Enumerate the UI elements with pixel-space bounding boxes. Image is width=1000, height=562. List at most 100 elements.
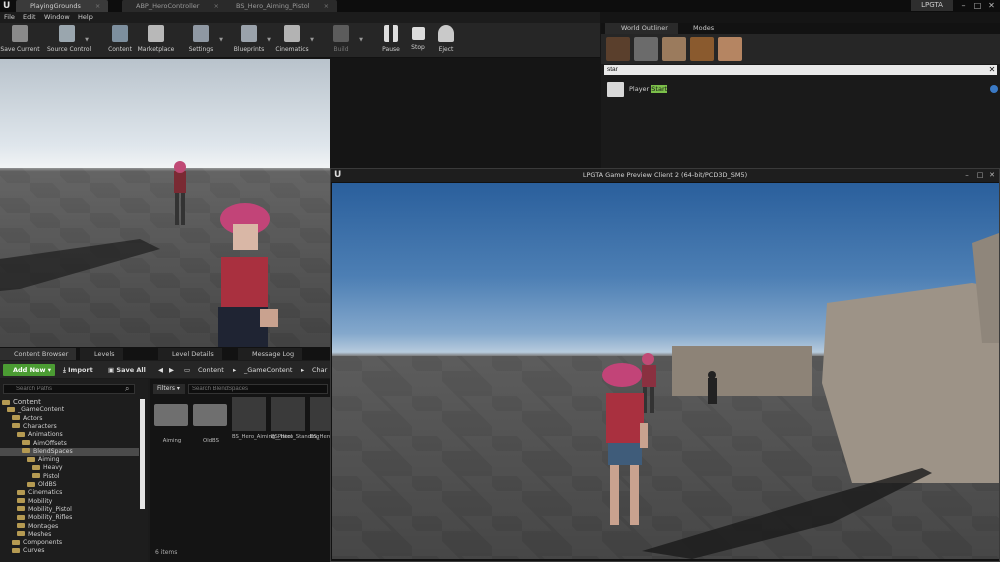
- source-control-button[interactable]: Source Control ▼: [47, 25, 91, 53]
- tree-item[interactable]: Curves: [0, 547, 139, 556]
- tree-item[interactable]: Cinematics: [0, 489, 139, 498]
- tree-item[interactable]: BlendSpaces: [0, 447, 139, 457]
- paint-mode-icon[interactable]: [634, 37, 658, 61]
- tree-item[interactable]: Aiming: [0, 456, 139, 465]
- menu-file[interactable]: File: [4, 12, 15, 23]
- build-button[interactable]: Build ▼: [321, 25, 363, 53]
- folder-icon: [193, 404, 227, 426]
- tab-modes[interactable]: Modes: [677, 23, 724, 34]
- folder-icon: [22, 448, 30, 454]
- import-button[interactable]: ⤓ Import: [63, 364, 93, 376]
- npc-character-figure: [642, 353, 656, 413]
- button-label: Import: [68, 366, 93, 374]
- geometry-mode-icon[interactable]: [718, 37, 742, 61]
- tree-item[interactable]: OldBS: [0, 481, 139, 490]
- breadcrumb-content[interactable]: Content: [198, 364, 224, 376]
- doc-tab-abp-herocontroller[interactable]: ABP_HeroController ×: [122, 0, 227, 12]
- doc-tab-bs-hero-aiming-pistol[interactable]: BS_Hero_Aiming_Pistol ×: [222, 0, 338, 12]
- blueprints-button[interactable]: Blueprints ▼: [229, 25, 271, 53]
- asset-tile[interactable]: Aiming: [154, 397, 190, 459]
- save-all-button[interactable]: ▣ Save All: [108, 364, 146, 376]
- tab-message-log[interactable]: Message Log: [238, 348, 303, 360]
- search-assets-input[interactable]: [188, 384, 328, 394]
- close-icon[interactable]: ×: [324, 2, 329, 10]
- chevron-down-icon[interactable]: ▼: [310, 37, 314, 43]
- tree-item[interactable]: Meshes: [0, 531, 139, 540]
- asset-tile[interactable]: BS_Hero_Standing: [271, 397, 319, 459]
- outliner-row-player-start[interactable]: Player Start: [607, 82, 998, 98]
- forward-arrow-icon[interactable]: ▶: [169, 364, 174, 376]
- outliner-search-input[interactable]: [604, 65, 997, 75]
- tree-item[interactable]: AimOffsets: [0, 440, 139, 449]
- preview-viewport[interactable]: [332, 183, 999, 559]
- eject-button[interactable]: Eject: [426, 25, 466, 53]
- clear-search-icon[interactable]: ✕: [987, 64, 997, 75]
- tree-item[interactable]: Components: [0, 539, 139, 548]
- asset-tile[interactable]: BS_Hero_...: [310, 397, 330, 459]
- chevron-down-icon: ▾: [47, 366, 51, 374]
- level-viewport[interactable]: [0, 59, 330, 347]
- menu-edit[interactable]: Edit: [23, 12, 36, 23]
- tree-item[interactable]: Animations: [0, 431, 139, 440]
- tab-content-browser[interactable]: Content Browser: [0, 348, 77, 360]
- asset-tile[interactable]: OldBS: [193, 397, 229, 459]
- project-name-badge: LPGTA: [911, 0, 953, 11]
- settings-icon: [193, 25, 209, 42]
- tree-item[interactable]: _GameContent: [0, 406, 139, 415]
- back-arrow-icon[interactable]: ◀: [158, 364, 163, 376]
- place-mode-icon[interactable]: [606, 37, 630, 61]
- tree-item[interactable]: Content: [0, 398, 139, 407]
- tab-world-outliner[interactable]: World Outliner: [605, 23, 678, 34]
- tree-item[interactable]: Mobility: [0, 498, 139, 507]
- tree-item[interactable]: Pistol: [0, 473, 139, 482]
- foliage-mode-icon[interactable]: [690, 37, 714, 61]
- tree-item-label: Pistol: [43, 472, 60, 480]
- tree-scrollbar[interactable]: [140, 399, 145, 509]
- save-current-button[interactable]: Save Current: [0, 25, 40, 53]
- content-button[interactable]: Content: [100, 25, 140, 53]
- marketplace-button[interactable]: Marketplace: [136, 25, 176, 53]
- asset-tile[interactable]: BS_Hero_Aiming_Pistol: [232, 397, 292, 459]
- filters-button[interactable]: Filters ▾: [153, 384, 185, 394]
- tab-levels[interactable]: Levels: [80, 348, 123, 360]
- source-control-icon: [59, 25, 75, 42]
- doc-tab-playinggrounds[interactable]: PlayingGrounds ×: [16, 0, 109, 12]
- tree-item[interactable]: Mobility_Pistol: [0, 506, 139, 515]
- player-start-icon: [607, 82, 624, 97]
- maximize-button[interactable]: □: [974, 169, 986, 182]
- pilot-actor-icon[interactable]: [990, 85, 998, 93]
- menu-help[interactable]: Help: [78, 12, 93, 23]
- chevron-down-icon[interactable]: ▼: [85, 37, 89, 43]
- landscape-mode-icon[interactable]: [662, 37, 686, 61]
- minimize-button[interactable]: –: [961, 169, 973, 182]
- settings-button[interactable]: Settings ▼: [181, 25, 223, 53]
- distant-character-figure: [174, 161, 186, 225]
- tab-level-details[interactable]: Level Details: [158, 348, 222, 360]
- tree-item[interactable]: Mobility_Rifles: [0, 514, 139, 523]
- chevron-down-icon[interactable]: ▼: [219, 37, 223, 43]
- cinematics-button[interactable]: Cinematics ▼: [272, 25, 314, 53]
- tree-item[interactable]: Heavy: [0, 464, 139, 473]
- wall-structure: [672, 233, 999, 483]
- tree-item[interactable]: Actors: [0, 415, 139, 424]
- close-window-button[interactable]: ✕: [986, 169, 998, 182]
- folder-icon: [2, 399, 10, 405]
- close-icon[interactable]: ×: [95, 2, 100, 10]
- minimize-button[interactable]: –: [957, 0, 970, 11]
- search-paths-input[interactable]: [3, 384, 135, 394]
- close-icon[interactable]: ×: [213, 2, 218, 10]
- chevron-down-icon[interactable]: ▼: [359, 37, 363, 43]
- maximize-button[interactable]: □: [971, 0, 984, 11]
- bottom-tab-strip: Content Browser Levels Level Details Mes…: [0, 347, 330, 360]
- tree-item[interactable]: Characters: [0, 423, 139, 432]
- breadcrumb-characters[interactable]: Char: [312, 364, 327, 376]
- menu-window[interactable]: Window: [44, 12, 70, 23]
- blendspace-thumbnail-icon: [271, 397, 305, 431]
- add-new-button[interactable]: Add New ▾: [3, 364, 55, 376]
- blendspace-thumbnail-icon: [310, 397, 330, 431]
- close-window-button[interactable]: ✕: [985, 0, 998, 11]
- tree-item[interactable]: Montages: [0, 523, 139, 532]
- breadcrumb-gamecontent[interactable]: _GameContent: [244, 364, 292, 376]
- character-shadow: [642, 468, 932, 559]
- chevron-down-icon[interactable]: ▼: [267, 37, 271, 43]
